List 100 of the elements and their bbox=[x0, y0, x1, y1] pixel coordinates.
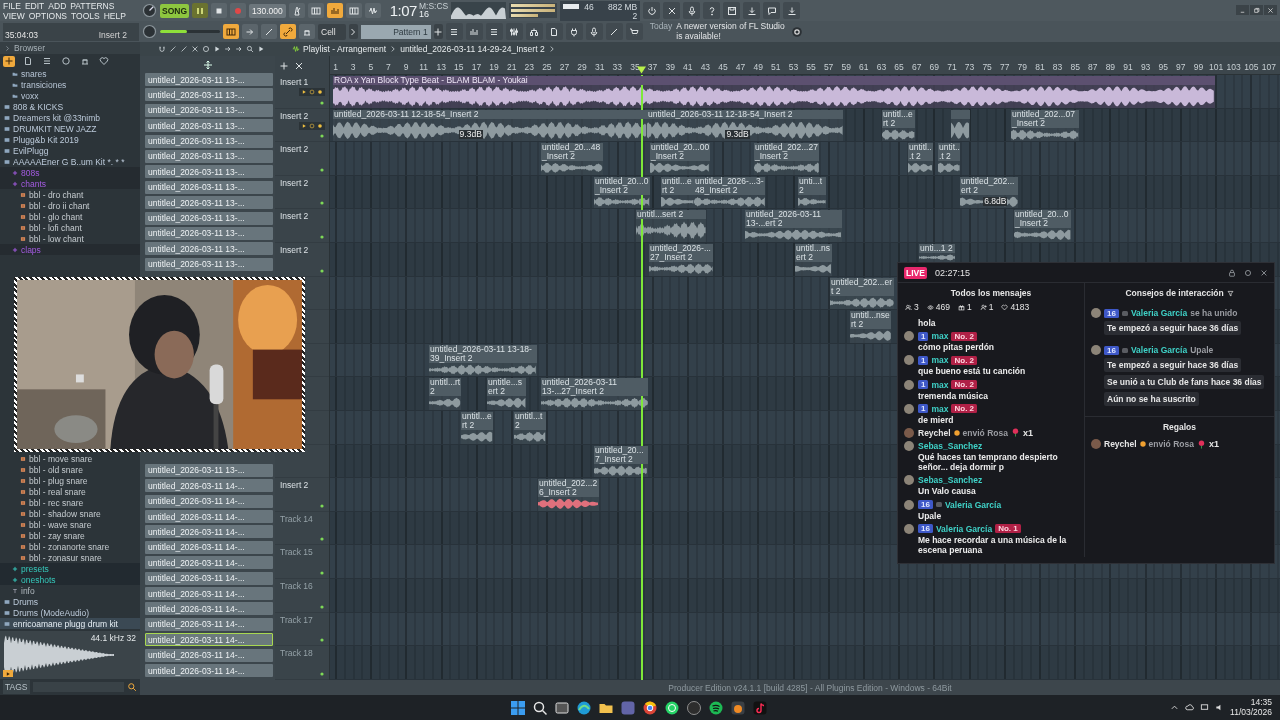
audio-clip[interactable]: untitled_2026-03-11 13-18-39_Insert 2 bbox=[429, 344, 537, 377]
restore-button[interactable] bbox=[1250, 5, 1263, 15]
track-enable-dot[interactable] bbox=[320, 671, 324, 676]
toolbar-button[interactable] bbox=[280, 24, 296, 39]
browser-item[interactable]: claps bbox=[0, 244, 140, 255]
audio-clip[interactable]: untitl...sert 2 bbox=[636, 210, 706, 242]
browser-item[interactable]: bbl - lofi chant bbox=[0, 222, 140, 233]
audio-clip[interactable]: untitled_20...0_Insert 2 bbox=[1014, 210, 1071, 242]
menu-item[interactable]: FILE bbox=[3, 0, 21, 11]
browser-tool-button[interactable] bbox=[98, 55, 110, 67]
username[interactable]: max bbox=[931, 331, 949, 342]
knob-icon[interactable] bbox=[142, 3, 157, 18]
lock-icon[interactable] bbox=[1228, 268, 1236, 277]
audio-clip[interactable]: untitled_202...ert 2 6.8dB bbox=[960, 176, 1018, 209]
toolbar-button[interactable] bbox=[223, 24, 239, 39]
toolbar-button[interactable] bbox=[643, 2, 661, 19]
channel-button[interactable]: untitled_2026-03-11 13-... bbox=[145, 211, 273, 225]
arrow-icon[interactable] bbox=[224, 45, 232, 53]
channel-button[interactable]: untitled_2026-03-11 14-... bbox=[145, 617, 273, 631]
browser-item[interactable]: info bbox=[0, 585, 140, 596]
username[interactable]: Valeria García bbox=[1130, 345, 1188, 355]
audio-clip[interactable]: untitled_2026-03-11 13-...27_Insert 2 bbox=[541, 378, 648, 410]
pattern-selector[interactable]: Pattern 1 bbox=[360, 24, 431, 39]
song-mode-button[interactable]: SONG bbox=[160, 3, 190, 18]
audio-clip[interactable]: untitl...nsert 2 bbox=[795, 243, 832, 276]
stop-button[interactable] bbox=[211, 3, 228, 18]
audio-clip[interactable]: untitled_2026-...3-48_Insert 2 bbox=[694, 176, 765, 209]
toolbar-button[interactable] bbox=[326, 3, 343, 18]
menu-item[interactable]: TOOLS bbox=[71, 10, 100, 21]
browser-item[interactable]: bbl - plug snare bbox=[0, 475, 140, 486]
browser-item[interactable]: bbl - zonasur snare bbox=[0, 552, 140, 563]
channel-button[interactable]: untitled_2026-03-11 14-... bbox=[145, 587, 273, 601]
username[interactable]: Valeria García bbox=[935, 523, 993, 534]
browser-tool-button[interactable] bbox=[22, 55, 34, 67]
toolbar-button[interactable] bbox=[763, 2, 781, 19]
track-controls[interactable] bbox=[299, 121, 325, 130]
channel-button[interactable]: untitled_2026-03-11 14-... bbox=[145, 648, 273, 662]
track-enable-dot[interactable] bbox=[320, 570, 324, 575]
browser-item[interactable]: Dreamers kit @33nimb bbox=[0, 112, 140, 123]
chevron-icon[interactable] bbox=[4, 44, 11, 52]
browser-item[interactable]: voxx bbox=[0, 90, 140, 101]
toolbar-button[interactable] bbox=[585, 23, 603, 40]
track-name[interactable]: Track 17 bbox=[280, 614, 313, 625]
track-name[interactable]: Insert 2 bbox=[280, 177, 309, 188]
toolbar-button[interactable] bbox=[783, 2, 801, 19]
browser-item[interactable]: EvilPlugg bbox=[0, 145, 140, 156]
close-icon[interactable] bbox=[1260, 268, 1268, 277]
channel-button[interactable]: untitled_2026-03-11 13-... bbox=[145, 463, 273, 477]
add-pattern-button[interactable] bbox=[433, 24, 443, 39]
knob-icon[interactable] bbox=[142, 24, 157, 39]
track-enable-dot[interactable] bbox=[320, 604, 324, 609]
toolbar-button[interactable] bbox=[743, 2, 761, 19]
plus-icon[interactable] bbox=[279, 60, 289, 71]
track-lane[interactable] bbox=[330, 646, 1280, 680]
task-view-icon[interactable] bbox=[554, 699, 570, 716]
channel-button[interactable]: untitled_2026-03-11 13-... bbox=[145, 149, 273, 163]
fruit-app-icon[interactable] bbox=[730, 699, 746, 716]
track-name[interactable]: Track 16 bbox=[280, 580, 313, 591]
close-icon[interactable] bbox=[191, 45, 199, 53]
browser-item[interactable]: bbl - glo chant bbox=[0, 211, 140, 222]
track-enable-dot[interactable] bbox=[320, 201, 324, 206]
channel-button[interactable]: untitled_2026-03-11 14-... bbox=[145, 479, 273, 493]
toolbar-button[interactable] bbox=[485, 23, 503, 40]
music-note-app-icon[interactable] bbox=[752, 699, 768, 716]
channel-button[interactable]: untitled_2026-03-11 13-... bbox=[145, 134, 273, 148]
pattern-arrow-button[interactable] bbox=[348, 24, 358, 39]
audio-clip[interactable]: untit...t 2 bbox=[938, 143, 960, 175]
phone-chat-icon[interactable] bbox=[664, 699, 680, 716]
toolbar-button[interactable] bbox=[345, 3, 362, 18]
magnet-icon[interactable] bbox=[158, 45, 166, 53]
browser-item[interactable]: bbl - dro chant bbox=[0, 189, 140, 200]
toolbar-button[interactable] bbox=[261, 24, 277, 39]
avatar-icon[interactable] bbox=[904, 403, 914, 414]
browser-item[interactable]: bbl - rec snare bbox=[0, 497, 140, 508]
audio-clip[interactable]: untitled_2026-03-11 12-18-54_Insert 2 9.3dB bbox=[333, 109, 647, 142]
audio-clip[interactable]: untitle...sert 2 bbox=[487, 378, 526, 410]
toolbar-button[interactable] bbox=[307, 3, 324, 18]
channel-button[interactable]: untitled_2026-03-11 13-... bbox=[145, 196, 273, 210]
channel-button[interactable]: untitled_2026-03-11 14-... bbox=[145, 633, 273, 647]
toolbar-button[interactable] bbox=[299, 24, 315, 39]
toolbar-button[interactable] bbox=[288, 3, 305, 18]
browser-item[interactable]: bbl - wave snare bbox=[0, 519, 140, 530]
track-lane[interactable] bbox=[330, 612, 1280, 647]
avatar-icon[interactable] bbox=[904, 379, 914, 390]
track-enable-dot[interactable] bbox=[320, 134, 324, 139]
audio-clip[interactable]: untitled_2026-...27_Insert 2 bbox=[649, 243, 713, 276]
browser-item[interactable]: chants bbox=[0, 178, 140, 189]
channel-button[interactable]: untitled_2026-03-11 13-... bbox=[145, 226, 273, 240]
channel-button[interactable]: untitled_2026-03-11 14-... bbox=[145, 494, 273, 508]
browser-item[interactable]: bbl - shadow snare bbox=[0, 508, 140, 519]
toolbar-button[interactable] bbox=[625, 23, 643, 40]
channel-button[interactable]: untitled_2026-03-11 13-... bbox=[145, 103, 273, 117]
avatar-icon[interactable] bbox=[904, 499, 914, 510]
browser-item[interactable]: presets bbox=[0, 563, 140, 574]
avatar-icon[interactable] bbox=[1091, 439, 1101, 449]
toolbar-button[interactable] bbox=[565, 23, 583, 40]
track-name[interactable]: Insert 2 bbox=[280, 110, 309, 121]
ring-icon[interactable] bbox=[202, 45, 210, 53]
browser-item[interactable]: bbl - move snare bbox=[0, 453, 140, 464]
toolbar-button[interactable] bbox=[723, 2, 741, 19]
